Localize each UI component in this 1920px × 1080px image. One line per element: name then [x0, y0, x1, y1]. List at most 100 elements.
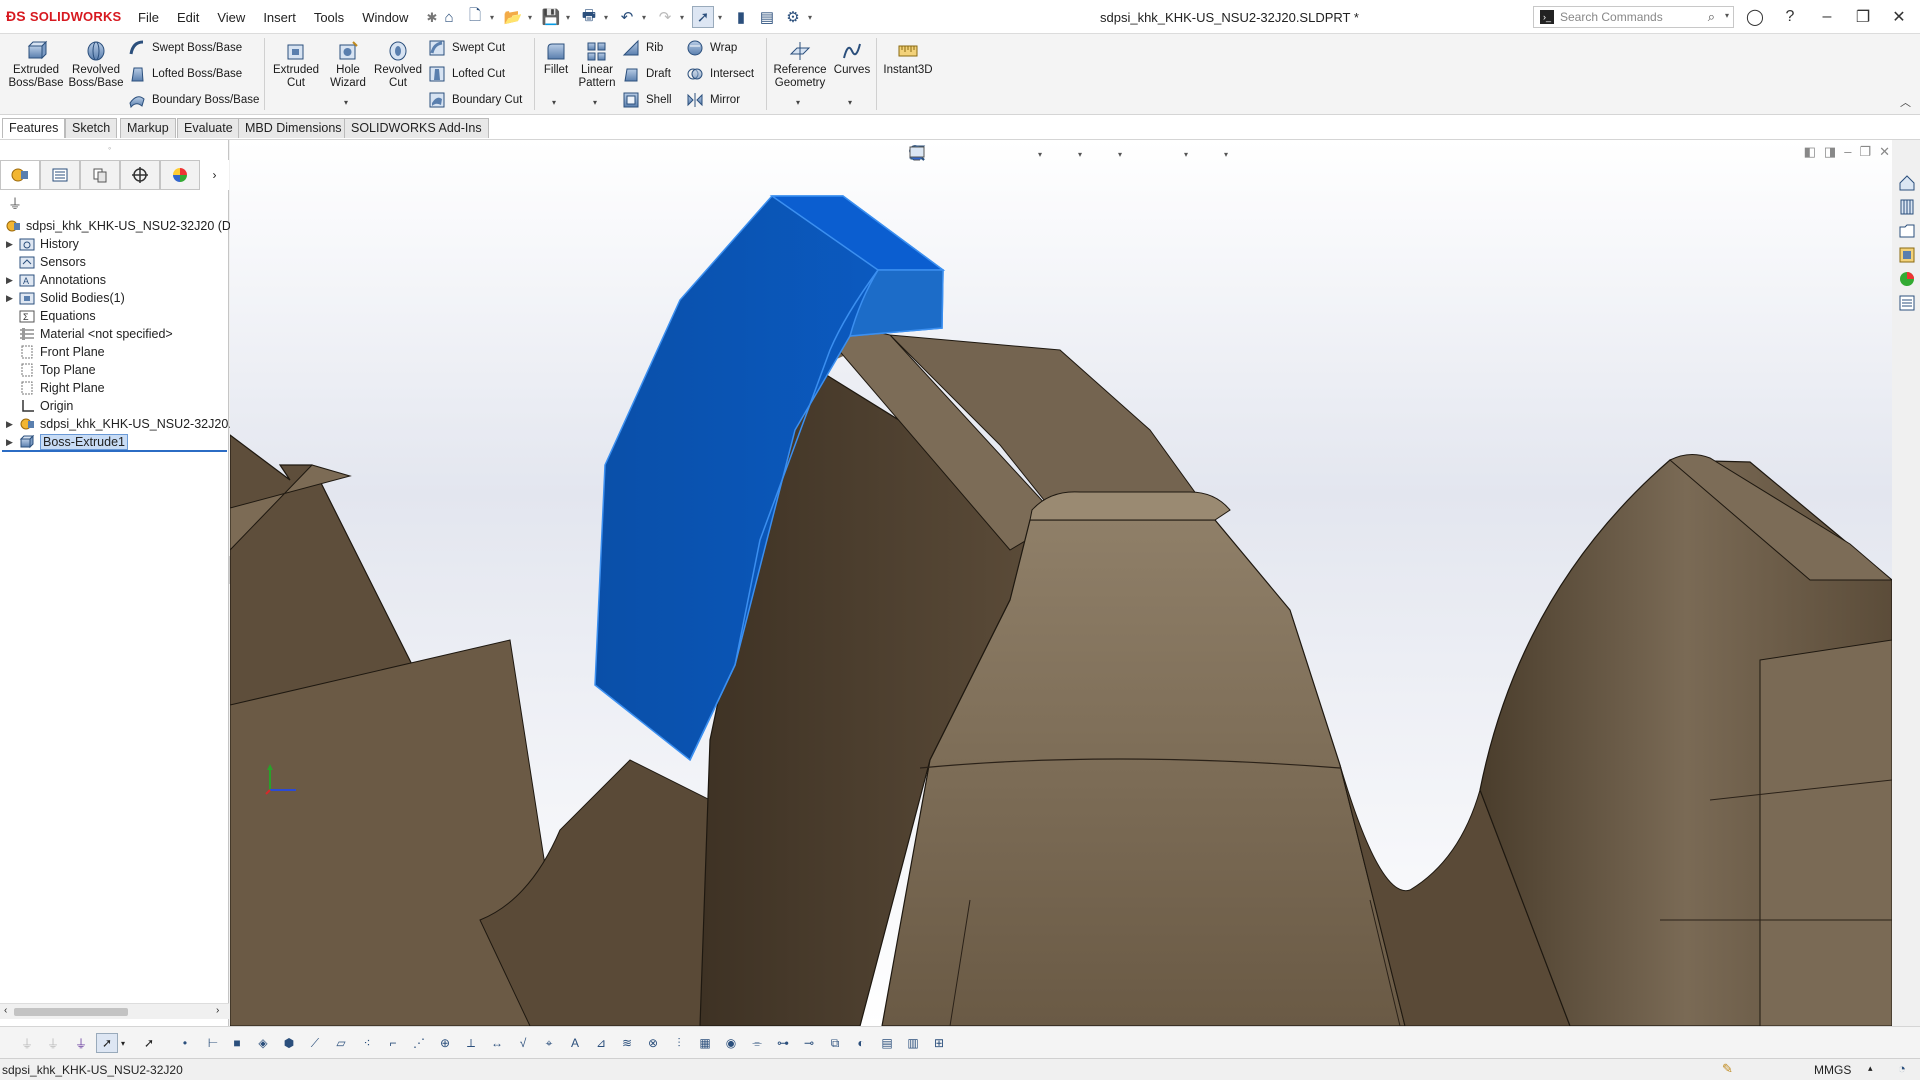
- menu-edit[interactable]: Edit: [175, 9, 201, 27]
- expand-arrow-icon[interactable]: ▶: [6, 437, 18, 448]
- filter-planes-icon[interactable]: ▱: [330, 1033, 352, 1053]
- scrollbar-thumb[interactable]: [14, 1008, 128, 1016]
- filter-geometric-tolerance-icon[interactable]: ⌖: [538, 1033, 560, 1053]
- shell-button[interactable]: Shell: [622, 91, 672, 109]
- file-explorer-icon[interactable]: [1896, 220, 1918, 242]
- search-commands-input[interactable]: ›_ Search Commands ⌕ ▾: [1533, 6, 1734, 28]
- restore-button[interactable]: ❐: [1850, 6, 1876, 28]
- options-gear-icon[interactable]: ⚙: [782, 6, 804, 28]
- filter-spot-welds-icon[interactable]: ◉: [720, 1033, 742, 1053]
- select-all-filters-icon[interactable]: ⏚: [70, 1033, 92, 1053]
- tree-item-equations[interactable]: Σ Equations: [0, 306, 96, 326]
- hide-show-items-icon[interactable]: [909, 144, 1112, 164]
- filter-datum-features-icon[interactable]: ⊿: [590, 1033, 612, 1053]
- tree-item-imported-part[interactable]: ▶ sdpsi_khk_KHK-US_NSU2-32J20.st: [0, 414, 241, 434]
- reference-geometry-button[interactable]: Reference Geometry: [770, 40, 830, 90]
- revolved-cut-button[interactable]: Revolved Cut: [372, 40, 424, 90]
- menu-window[interactable]: Window: [360, 9, 410, 27]
- expand-arrow-icon[interactable]: ▶: [6, 275, 18, 286]
- home-icon[interactable]: ⌂: [438, 6, 460, 28]
- tree-horizontal-scrollbar[interactable]: ‹ ›: [0, 1003, 229, 1019]
- filter-mesh-vertices-icon[interactable]: ⊞: [928, 1033, 950, 1053]
- filter-toggle-icon[interactable]: ⏚: [16, 1033, 38, 1053]
- previous-view-icon[interactable]: [910, 144, 980, 164]
- wrap-button[interactable]: Wrap: [686, 39, 737, 57]
- display-style-icon[interactable]: [910, 144, 1072, 164]
- select-pointer-icon[interactable]: ➚: [96, 1033, 118, 1053]
- display-style-dropdown-icon[interactable]: ▾: [1078, 150, 1086, 159]
- undo-icon[interactable]: ↶: [616, 6, 638, 28]
- tree-item-annotations[interactable]: ▶ A Annotations: [0, 270, 106, 290]
- file-properties-icon[interactable]: ▤: [756, 6, 778, 28]
- filter-center-marks-icon[interactable]: ⊕: [434, 1033, 456, 1053]
- help-icon[interactable]: ?: [1777, 6, 1803, 28]
- save-dropdown-icon[interactable]: ▾: [566, 13, 574, 22]
- solidworks-logo[interactable]: ƉS SOLIDWORKS: [6, 8, 121, 24]
- boundary-cut-button[interactable]: Boundary Cut: [428, 91, 522, 109]
- section-view-icon[interactable]: [909, 144, 1006, 164]
- lofted-cut-button[interactable]: Lofted Cut: [428, 65, 505, 83]
- hide-show-dropdown-icon[interactable]: ▾: [1118, 150, 1126, 159]
- tree-item-right-plane[interactable]: Right Plane: [0, 378, 105, 398]
- tree-root[interactable]: sdpsi_khk_KHK-US_NSU2-32J20 (Defau: [0, 216, 255, 236]
- tab-sketch[interactable]: Sketch: [65, 118, 118, 138]
- gear-model-render[interactable]: [230, 140, 1892, 1026]
- lofted-boss-button[interactable]: Lofted Boss/Base: [128, 65, 242, 83]
- scroll-left-icon[interactable]: ‹: [4, 1005, 7, 1016]
- filter-connection-points-icon[interactable]: ⊸: [798, 1033, 820, 1053]
- boundary-boss-button[interactable]: Boundary Boss/Base: [128, 91, 259, 109]
- reference-geometry-dropdown-icon[interactable]: ▾: [796, 98, 800, 107]
- swept-cut-button[interactable]: Swept Cut: [428, 39, 505, 57]
- save-icon[interactable]: 💾: [540, 6, 562, 28]
- undo-dropdown-icon[interactable]: ▾: [642, 13, 650, 22]
- units-dropdown-icon[interactable]: ▴: [1868, 1063, 1873, 1074]
- design-library-icon[interactable]: [1896, 196, 1918, 218]
- tree-item-front-plane[interactable]: Front Plane: [0, 342, 105, 362]
- filter-datum-targets-icon[interactable]: ⊗: [642, 1033, 664, 1053]
- collapse-ribbon-icon[interactable]: ︿: [1900, 94, 1911, 110]
- filter-sketch-segments-icon[interactable]: ⌐: [382, 1033, 404, 1053]
- filter-weld-beads-icon[interactable]: ⌯: [746, 1033, 768, 1053]
- filter-axes-icon[interactable]: ⟋: [304, 1033, 326, 1053]
- viewport-restore-icon[interactable]: ❐: [1859, 144, 1871, 160]
- redo-icon[interactable]: ↷: [654, 6, 676, 28]
- filter-centerline-icon[interactable]: ⟂: [460, 1033, 482, 1053]
- rollback-bar[interactable]: [2, 450, 227, 452]
- appearances-scenes-icon[interactable]: [1896, 268, 1918, 290]
- filter-solid-bodies-icon[interactable]: ⬢: [278, 1033, 300, 1053]
- scroll-right-icon[interactable]: ›: [216, 1005, 219, 1016]
- search-icon[interactable]: ⌕: [1708, 9, 1715, 25]
- dimxpert-manager-tab[interactable]: [120, 160, 160, 190]
- tab-markup[interactable]: Markup: [120, 118, 176, 138]
- revolved-boss-button[interactable]: Revolved Boss/Base: [66, 40, 126, 90]
- menu-file[interactable]: File: [136, 9, 161, 27]
- display-manager-tab[interactable]: [160, 160, 200, 190]
- filter-silhouette-edges-icon[interactable]: ◐: [850, 1033, 872, 1053]
- select-pointer-icon[interactable]: ➚: [692, 6, 714, 28]
- zoom-to-area-icon[interactable]: [909, 144, 954, 164]
- filter-blocks-icon[interactable]: ▦: [694, 1033, 716, 1053]
- curves-dropdown-icon[interactable]: ▾: [848, 98, 852, 107]
- edit-appearance-icon[interactable]: [910, 144, 1152, 164]
- new-dropdown-icon[interactable]: ▾: [490, 13, 498, 22]
- viewport-split-left-icon[interactable]: ◧: [1804, 144, 1816, 160]
- swept-boss-button[interactable]: Swept Boss/Base: [128, 39, 242, 57]
- filter-surface-finish-icon[interactable]: √: [512, 1033, 534, 1053]
- intersect-button[interactable]: Intersect: [686, 65, 754, 83]
- property-manager-tab[interactable]: [40, 160, 80, 190]
- expand-arrow-icon[interactable]: ▶: [6, 239, 18, 250]
- filter-welds-icon[interactable]: ≋: [616, 1033, 638, 1053]
- mirror-button[interactable]: Mirror: [686, 91, 740, 109]
- expand-arrow-icon[interactable]: ▶: [6, 419, 18, 430]
- tab-features[interactable]: Features: [2, 118, 66, 138]
- open-folder-icon[interactable]: 📂: [502, 6, 524, 28]
- filter-edges-icon[interactable]: ⊢: [202, 1033, 224, 1053]
- unit-system-selector[interactable]: MMGS: [1814, 1063, 1851, 1077]
- fillet-button[interactable]: Fillet: [538, 40, 574, 77]
- feature-manager-tab[interactable]: [0, 160, 40, 190]
- options-dropdown-icon[interactable]: ▾: [808, 13, 816, 22]
- panel-tabs-more-icon[interactable]: ›: [200, 160, 229, 190]
- expand-arrow-icon[interactable]: ▶: [6, 293, 18, 304]
- print-icon[interactable]: 🖶: [578, 6, 600, 28]
- open-dropdown-icon[interactable]: ▾: [528, 13, 536, 22]
